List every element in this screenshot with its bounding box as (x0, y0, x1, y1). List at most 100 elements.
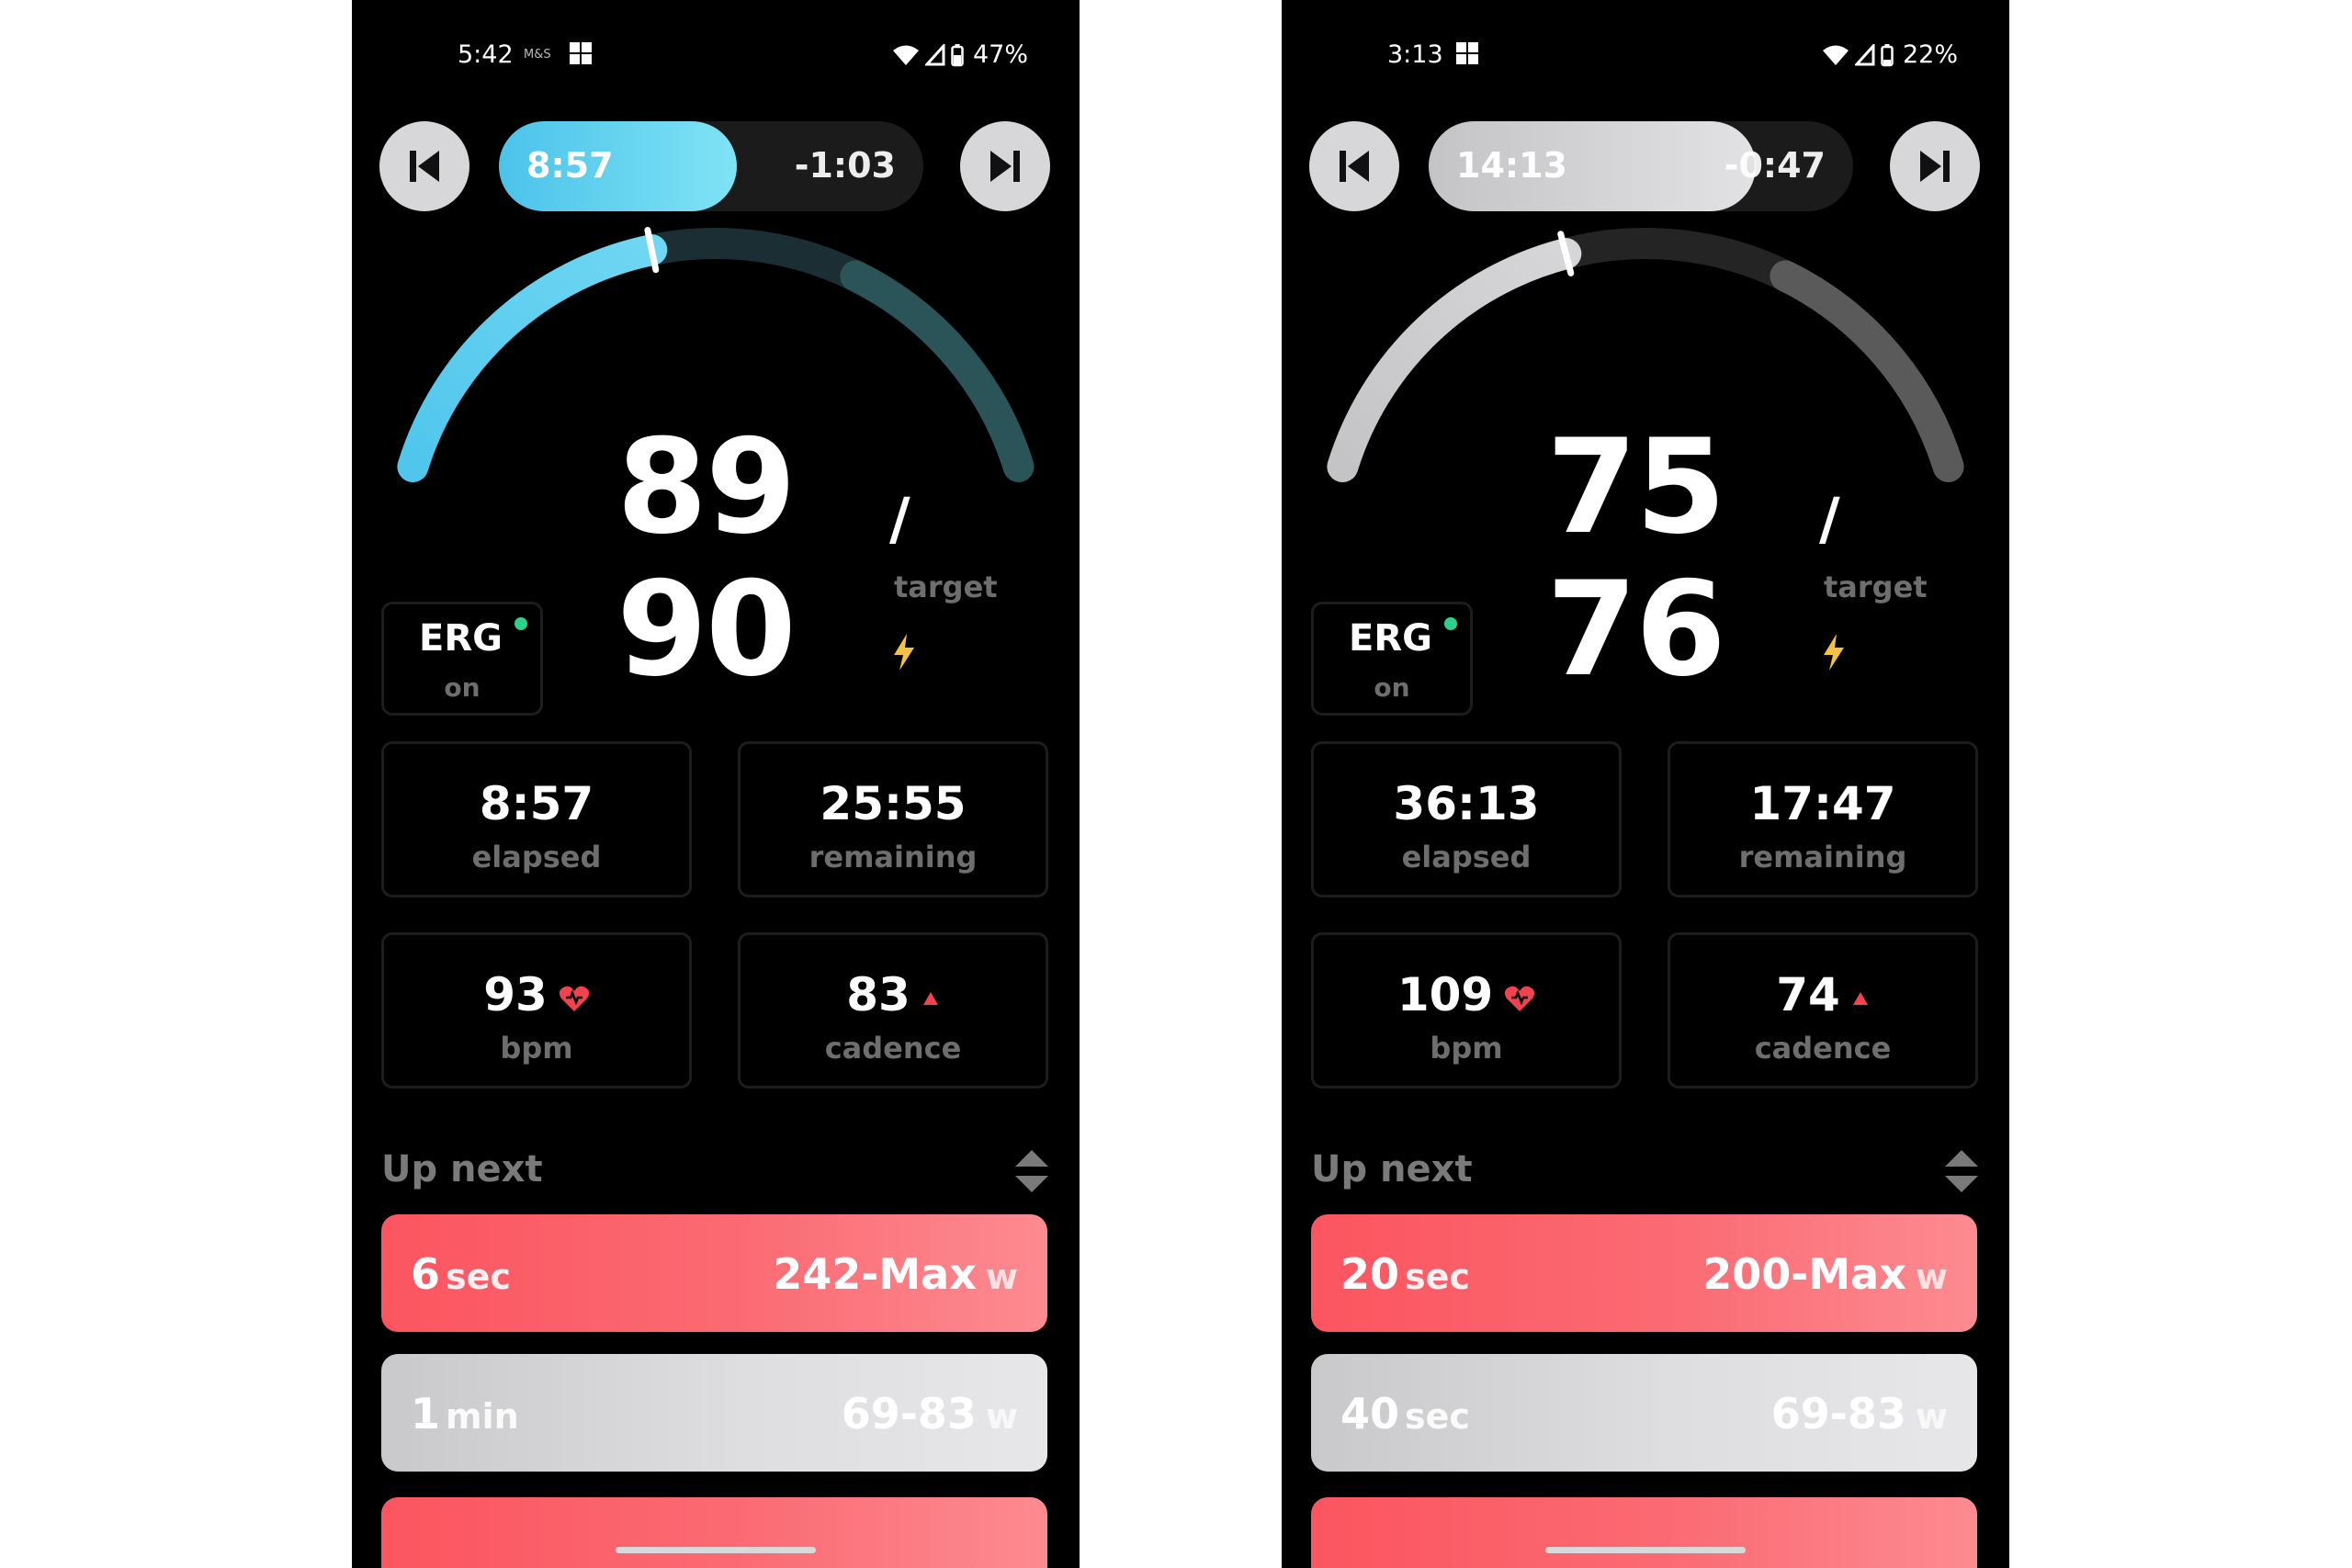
reorder-icon[interactable] (1013, 1148, 1050, 1194)
erg-state: on (1374, 672, 1410, 703)
target-label: target (894, 570, 998, 604)
up-next-interval[interactable]: 20 sec 200-Max w (1311, 1214, 1977, 1332)
interval-remaining: -1:03 (794, 145, 896, 186)
erg-mode-toggle[interactable]: ERG on (381, 602, 543, 716)
elapsed-label: elapsed (1401, 840, 1532, 874)
target-power: 90 (616, 554, 797, 705)
current-power: 75 (1546, 412, 1726, 563)
interval-progress-bar: 14:13 -0:47 (1429, 121, 1853, 211)
previous-interval-button[interactable] (379, 121, 469, 211)
heart-rate-value: 93 (483, 968, 548, 1021)
battery-percent: 22% (1902, 40, 1958, 69)
lightning-icon (1824, 634, 1844, 671)
interval-elapsed: 8:57 (526, 145, 614, 186)
up-next-interval[interactable]: 1 min 69-83 w (381, 1354, 1047, 1472)
gauge-track-upper (840, 260, 1035, 482)
heart-rate-label: bpm (500, 1031, 573, 1066)
windows-icon (570, 42, 594, 66)
status-time: 3:13 (1387, 40, 1443, 69)
gauge-track-upper (1770, 260, 1964, 482)
heart-rate-tile: 93 bpm (381, 932, 692, 1089)
elapsed-label: elapsed (471, 840, 602, 874)
remaining-label: remaining (1738, 840, 1907, 874)
interval-power: 69-83 (841, 1389, 977, 1438)
gauge-track-mid (648, 228, 863, 290)
target-label: target (1824, 570, 1928, 604)
interval-duration: 40 (1340, 1389, 1400, 1438)
status-carrier: M&S (524, 48, 551, 62)
signal-icon (924, 43, 945, 65)
interval-power: 242-Max (773, 1249, 977, 1299)
interval-duration: 20 (1340, 1249, 1400, 1299)
reorder-icon[interactable] (1943, 1148, 1980, 1194)
power-separator: / (889, 485, 910, 552)
target-power: 76 (1546, 554, 1726, 705)
interval-power: 200-Max (1702, 1249, 1906, 1299)
erg-status-dot (514, 617, 527, 630)
interval-remaining: -0:47 (1724, 145, 1826, 186)
status-bar: 5:42 M&S 47% (352, 40, 1080, 73)
interval-duration: 6 (411, 1249, 441, 1299)
interval-duration-unit: min (446, 1396, 519, 1437)
skip-back-icon (410, 151, 439, 182)
interval-power: 69-83 (1770, 1389, 1906, 1438)
skip-forward-icon (990, 151, 1020, 182)
interval-duration: 1 (411, 1389, 441, 1438)
interval-elapsed: 14:13 (1456, 145, 1567, 186)
heart-icon (1505, 986, 1535, 1011)
interval-duration-unit: sec (1405, 1257, 1470, 1297)
interval-duration-unit: sec (446, 1257, 511, 1297)
erg-status-dot (1444, 617, 1457, 630)
home-indicator[interactable] (616, 1547, 816, 1553)
elapsed-value: 8:57 (479, 777, 594, 830)
cadence-tile: 74 cadence (1668, 932, 1978, 1089)
battery-icon (1881, 43, 1894, 66)
wifi-icon (1822, 45, 1849, 65)
triangle-up-icon (922, 991, 938, 1005)
status-time: 5:42 (458, 40, 514, 69)
lightning-icon (894, 634, 914, 671)
up-next-interval-partial[interactable] (381, 1497, 1047, 1568)
windows-icon (1456, 42, 1480, 66)
interval-power-unit: w (1915, 1257, 1948, 1297)
home-indicator[interactable] (1545, 1547, 1746, 1553)
phone-screen-left: 5:42 M&S 47% 8:57 -1:03 89 90 / target E… (352, 0, 1080, 1568)
gauge-track-mid (1562, 228, 1792, 290)
signal-icon (1854, 43, 1875, 65)
heart-rate-tile: 109 bpm (1311, 932, 1622, 1089)
cadence-value: 83 (846, 968, 910, 1021)
up-next-interval-partial[interactable] (1311, 1497, 1977, 1568)
cadence-label: cadence (1754, 1031, 1892, 1066)
next-interval-button[interactable] (960, 121, 1050, 211)
up-next-heading: Up next (381, 1148, 543, 1190)
up-next-heading: Up next (1311, 1148, 1473, 1190)
remaining-tile: 17:47 remaining (1668, 741, 1978, 897)
phone-screen-right: 3:13 22% 14:13 -0:47 75 76 / target ERG … (1282, 0, 2009, 1568)
previous-interval-button[interactable] (1309, 121, 1399, 211)
remaining-tile: 25:55 remaining (738, 741, 1048, 897)
next-interval-button[interactable] (1890, 121, 1980, 211)
triangle-up-icon (1852, 991, 1868, 1005)
skip-forward-icon (1920, 151, 1950, 182)
remaining-label: remaining (808, 840, 978, 874)
skip-back-icon (1340, 151, 1369, 182)
erg-state: on (444, 672, 481, 703)
erg-label: ERG (1349, 617, 1432, 660)
up-next-interval[interactable]: 6 sec 242-Max w (381, 1214, 1047, 1332)
elapsed-tile: 36:13 elapsed (1311, 741, 1622, 897)
heart-rate-value: 109 (1396, 968, 1494, 1021)
heart-icon (559, 986, 589, 1011)
cadence-label: cadence (824, 1031, 962, 1066)
interval-duration-unit: sec (1405, 1396, 1470, 1437)
power-separator: / (1819, 485, 1840, 552)
elapsed-tile: 8:57 elapsed (381, 741, 692, 897)
interval-power-unit: w (1915, 1396, 1948, 1437)
interval-progress-bar: 8:57 -1:03 (499, 121, 923, 211)
interval-power-unit: w (985, 1257, 1018, 1297)
erg-label: ERG (419, 617, 503, 660)
elapsed-value: 36:13 (1393, 777, 1540, 830)
cadence-tile: 83 cadence (738, 932, 1048, 1089)
erg-mode-toggle[interactable]: ERG on (1311, 602, 1473, 716)
up-next-interval[interactable]: 40 sec 69-83 w (1311, 1354, 1977, 1472)
cadence-value: 74 (1776, 968, 1840, 1021)
